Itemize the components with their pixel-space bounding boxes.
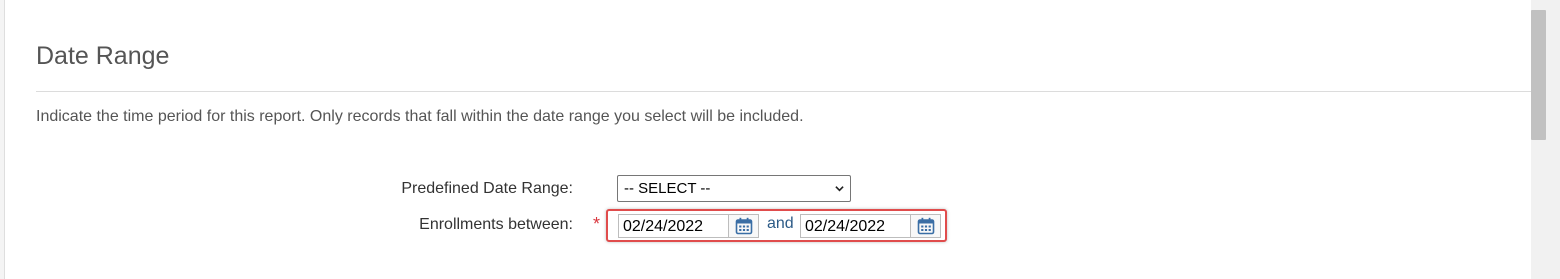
section-title: Date Range	[36, 42, 170, 70]
scrollbar-thumb[interactable]	[1531, 10, 1546, 140]
select-value: -- SELECT --	[624, 180, 711, 197]
vertical-scrollbar[interactable]	[1531, 0, 1560, 279]
predefined-date-range-label: Predefined Date Range:	[401, 180, 573, 197]
end-date-calendar-button[interactable]	[911, 214, 941, 238]
section-divider	[36, 91, 1532, 92]
date-range-panel: Date Range Indicate the time period for …	[4, 0, 1532, 279]
date-range-group: 02/24/2022 and 02/24/2022	[606, 209, 947, 242]
enrollments-between-label: Enrollments between:	[419, 216, 573, 233]
start-date-input[interactable]: 02/24/2022	[618, 214, 729, 238]
end-date-input[interactable]: 02/24/2022	[800, 214, 911, 238]
calendar-icon	[917, 217, 934, 235]
chevron-down-icon	[835, 186, 844, 192]
calendar-icon	[735, 217, 752, 235]
required-marker: *	[593, 214, 601, 234]
date-range-connector: and	[767, 215, 794, 232]
start-date-calendar-button[interactable]	[729, 214, 759, 238]
predefined-date-range-select[interactable]: -- SELECT --	[617, 175, 851, 202]
section-description: Indicate the time period for this report…	[36, 108, 804, 125]
